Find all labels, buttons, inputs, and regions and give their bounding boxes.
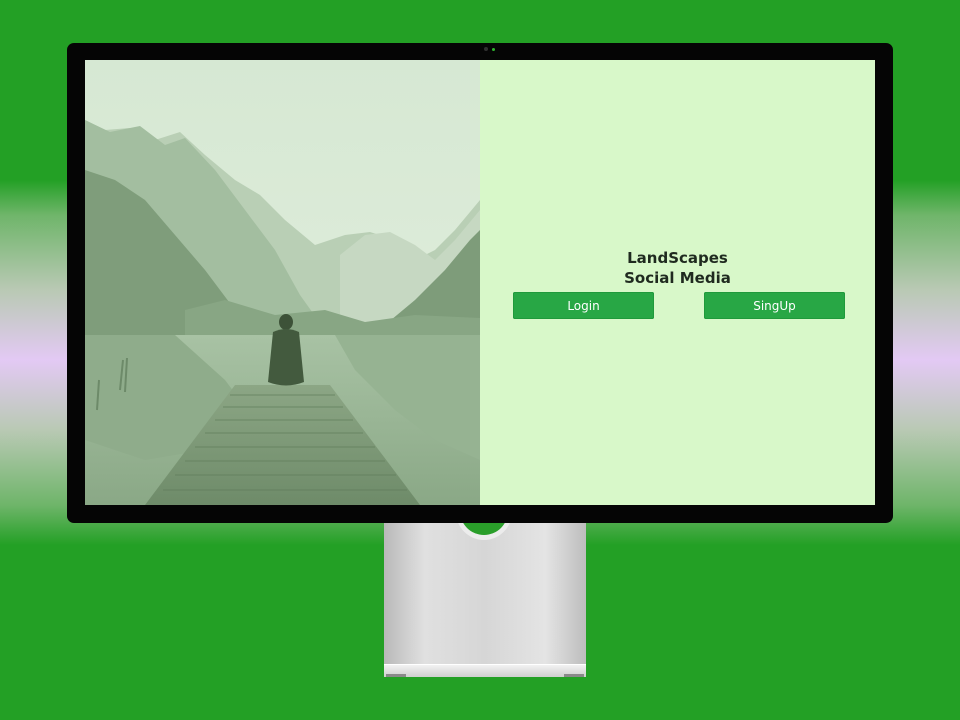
landscape-photo-icon	[85, 60, 480, 505]
camera-led-icon	[492, 48, 495, 51]
hero-image	[85, 60, 480, 505]
app-title-line2: Social Media	[624, 269, 731, 287]
monitor-frame: LandScapes Social Media Login SingUp	[67, 43, 893, 523]
stand-foot-right	[564, 674, 584, 677]
app-title-line1: LandScapes	[627, 249, 728, 267]
monitor-stand	[384, 523, 586, 676]
stand-foot-left	[386, 674, 406, 677]
monitor-stand-base	[384, 664, 586, 677]
login-button[interactable]: Login	[513, 292, 654, 319]
app-title: LandScapes Social Media	[480, 248, 875, 288]
camera-icon	[484, 47, 488, 51]
app-screen: LandScapes Social Media Login SingUp	[85, 60, 875, 505]
signup-button[interactable]: SingUp	[704, 292, 845, 319]
auth-panel: LandScapes Social Media Login SingUp	[480, 60, 875, 505]
